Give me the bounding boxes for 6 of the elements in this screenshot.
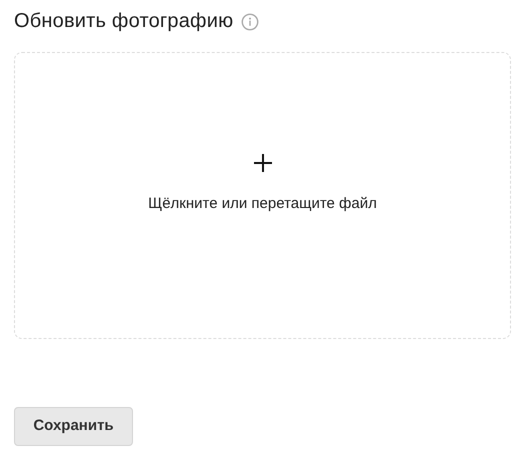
plus-icon: [252, 153, 272, 173]
file-dropzone[interactable]: Щёлкните или перетащите файл: [14, 52, 511, 339]
save-button[interactable]: Сохранить: [14, 407, 133, 446]
section-title: Обновить фотографию: [14, 9, 234, 34]
info-icon[interactable]: [241, 13, 260, 31]
dropzone-hint: Щёлкните или перетащите файл: [148, 194, 377, 214]
